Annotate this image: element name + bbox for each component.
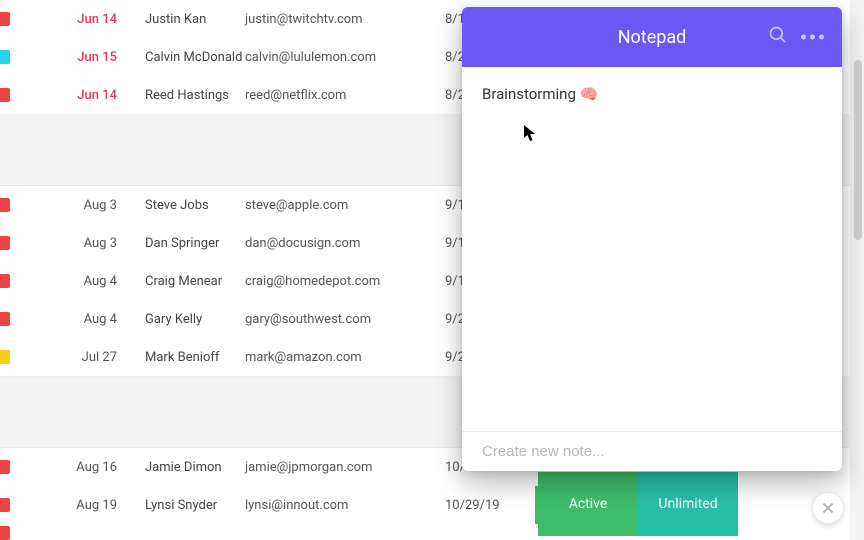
flag-icon <box>0 236 10 250</box>
cell-email: dan@docusign.com <box>245 236 445 251</box>
notepad-panel: Notepad Brainstorming 🧠 <box>462 7 842 471</box>
cell-email: lynsi@innout.com <box>245 498 445 513</box>
create-note-input[interactable] <box>482 443 822 460</box>
note-item[interactable]: Brainstorming 🧠 <box>482 85 822 103</box>
cell-email: mark@amazon.com <box>245 350 445 365</box>
cell-email: calvin@lululemon.com <box>245 50 445 65</box>
cell-date-start: Aug 16 <box>0 460 145 475</box>
cell-name: Craig Menear <box>145 274 245 289</box>
cell-date-start: Jun 14 <box>0 12 145 27</box>
cell-email: jamie@jpmorgan.com <box>245 460 445 475</box>
more-icon[interactable] <box>801 35 824 40</box>
flag-icon <box>0 350 10 364</box>
cell-email: steve@apple.com <box>245 198 445 213</box>
status-badge-active[interactable]: Active <box>538 472 638 536</box>
status-pills: Active Unlimited <box>538 472 738 536</box>
cell-name: Steve Jobs <box>145 198 245 213</box>
cell-name: Justin Kan <box>145 12 245 27</box>
flag-icon <box>0 526 10 540</box>
cell-email: craig@homedepot.com <box>245 274 445 289</box>
scrollbar-thumb[interactable] <box>854 60 862 240</box>
flag-icon <box>0 50 10 64</box>
cell-date-start: Aug 4 <box>0 312 145 327</box>
cell-date-start: Aug 3 <box>0 236 145 251</box>
cell-date-end: 10/29/19 <box>445 498 535 513</box>
flag-icon <box>0 274 10 288</box>
close-button[interactable] <box>812 492 844 524</box>
cell-date-start: Aug 3 <box>0 198 145 213</box>
notepad-body[interactable]: Brainstorming 🧠 <box>462 67 842 431</box>
notepad-footer <box>462 431 842 471</box>
cell-name: Lynsi Snyder <box>145 498 245 513</box>
cell-name: Mark Benioff <box>145 350 245 365</box>
flag-icon <box>0 460 10 474</box>
notepad-title: Notepad <box>618 27 687 48</box>
cell-email: reed@netflix.com <box>245 88 445 103</box>
flag-icon <box>0 88 10 102</box>
cell-email: justin@twitchtv.com <box>245 12 445 27</box>
cell-date-start: Aug 4 <box>0 274 145 289</box>
cell-name: Reed Hastings <box>145 88 245 103</box>
flag-icon <box>0 12 10 26</box>
cell-name: Jamie Dimon <box>145 460 245 475</box>
cell-name: Dan Springer <box>145 236 245 251</box>
cell-email: gary@southwest.com <box>245 312 445 327</box>
cell-date-start: Aug 19 <box>0 498 145 513</box>
flag-icon <box>0 498 10 512</box>
flag-icon <box>0 198 10 212</box>
scrollbar[interactable] <box>850 0 864 540</box>
cell-name: Calvin McDonald <box>145 50 245 65</box>
flag-icon <box>0 312 10 326</box>
notepad-header: Notepad <box>462 7 842 67</box>
cell-date-start: Jul 27 <box>0 350 145 365</box>
cell-name: Gary Kelly <box>145 312 245 327</box>
search-icon[interactable] <box>768 25 788 49</box>
plan-badge-unlimited[interactable]: Unlimited <box>638 472 738 536</box>
cell-date-start: Jun 14 <box>0 88 145 103</box>
cell-date-start: Jun 15 <box>0 50 145 65</box>
